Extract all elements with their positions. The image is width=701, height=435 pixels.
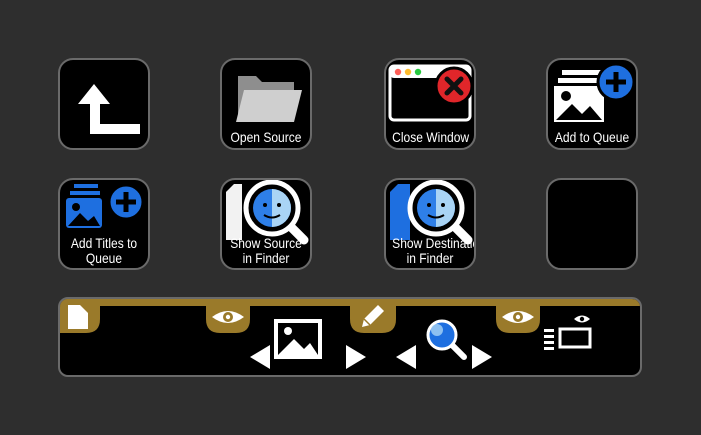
show-source-key[interactable]: Show Source in Finder — [220, 178, 312, 270]
list-preview-icon — [544, 315, 592, 350]
magnifier-icon — [426, 319, 467, 360]
add-titles-key[interactable]: Add Titles to Queue — [58, 178, 150, 270]
right-arrow-icon[interactable] — [346, 345, 366, 369]
add-to-queue-key[interactable]: Add to Queue — [546, 58, 638, 150]
show-destination-label: Show Destination in Finder — [392, 235, 474, 266]
encoder-bar[interactable] — [58, 297, 642, 377]
close-window-label: Close Window — [392, 129, 470, 145]
open-source-label: Open Source — [230, 129, 302, 145]
back-key[interactable] — [58, 58, 150, 150]
open-source-key[interactable]: Open Source — [220, 58, 312, 150]
show-destination-label-line1: Show Destination — [392, 235, 474, 251]
bar-gold-strip — [60, 299, 640, 333]
image-icon — [274, 319, 322, 359]
show-source-label-line1: Show Source — [230, 235, 302, 251]
show-source-label-line2: in Finder — [242, 250, 290, 266]
add-titles-label-line2: Queue — [85, 250, 123, 266]
show-destination-label-line2: in Finder — [406, 250, 454, 266]
show-destination-key[interactable]: Show Destination in Finder — [384, 178, 476, 270]
left-arrow-icon[interactable] — [250, 345, 270, 369]
add-titles-label: Add Titles to Queue — [66, 236, 142, 266]
add-titles-label-line1: Add Titles to — [70, 235, 138, 251]
empty-key[interactable] — [546, 178, 638, 270]
left-arrow-icon[interactable] — [396, 345, 416, 369]
up-left-arrow-icon — [78, 84, 140, 134]
show-source-label: Show Source in Finder — [228, 236, 304, 266]
add-to-queue-label: Add to Queue — [554, 129, 630, 145]
close-window-key[interactable]: Close Window — [384, 58, 476, 150]
right-arrow-icon[interactable] — [472, 345, 492, 369]
